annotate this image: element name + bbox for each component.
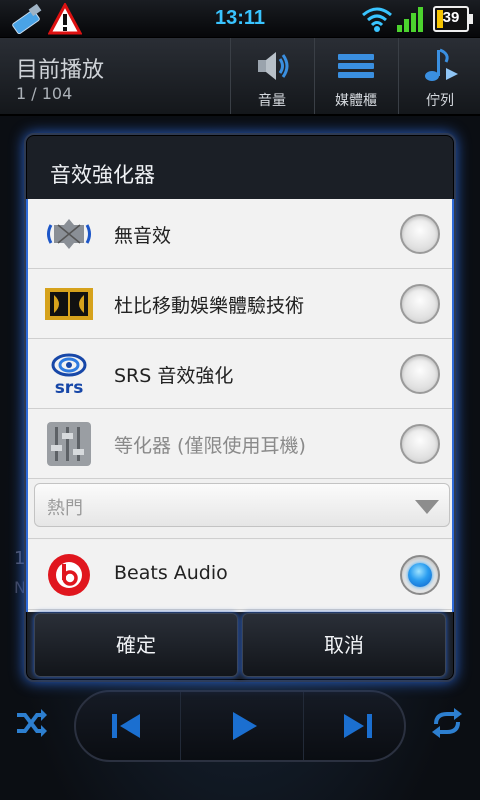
- library-button[interactable]: 媒體櫃: [314, 38, 396, 114]
- library-icon: [338, 54, 374, 78]
- signal-icon: [397, 7, 423, 32]
- speaker-icon: [258, 52, 289, 80]
- player-header: 目前播放 1 / 104 音量 媒體櫃 佇列: [0, 38, 480, 116]
- shuffle-icon[interactable]: [14, 706, 48, 740]
- battery-level: 39: [442, 9, 460, 26]
- sound-enhancer-dialog: 音效強化器 無音效 杜比移動娛樂體驗技術 srs SRS 音效強化 等化器 (僅…: [24, 133, 456, 682]
- srs-icon: srs: [51, 353, 87, 397]
- option-beats-audio[interactable]: Beats Audio: [28, 540, 452, 610]
- ok-button[interactable]: 確定: [34, 613, 238, 677]
- option-label: 杜比移動娛樂體驗技術: [114, 295, 305, 317]
- page-title: 目前播放: [16, 58, 105, 83]
- cancel-button[interactable]: 取消: [242, 613, 446, 677]
- track-counter: 1 / 104: [16, 84, 73, 103]
- option-no-effect[interactable]: 無音效: [28, 199, 452, 269]
- previous-icon: [112, 714, 140, 738]
- previous-button[interactable]: [76, 692, 180, 760]
- repeat-icon[interactable]: [430, 706, 464, 740]
- dialog-button-bar: 確定 取消: [34, 613, 446, 677]
- no-effect-icon: [47, 219, 91, 249]
- usb-icon: [12, 4, 42, 34]
- playback-controls: [74, 690, 406, 762]
- option-dolby[interactable]: 杜比移動娛樂體驗技術: [28, 269, 452, 339]
- radio-dolby[interactable]: [400, 284, 440, 324]
- option-label: 無音效: [114, 225, 172, 247]
- warning-icon: [48, 3, 82, 35]
- clock: 13:11: [214, 7, 266, 29]
- play-icon: [233, 712, 257, 740]
- dolby-icon: [45, 288, 93, 320]
- next-button[interactable]: [304, 692, 408, 760]
- volume-label: 音量: [258, 93, 286, 109]
- play-button[interactable]: [180, 692, 304, 760]
- radio-equalizer[interactable]: [400, 424, 440, 464]
- queue-label: 佇列: [426, 93, 454, 109]
- volume-button[interactable]: 音量: [230, 38, 312, 114]
- option-label: 等化器 (僅限使用耳機): [114, 435, 306, 457]
- radio-beats-audio[interactable]: [400, 555, 440, 595]
- beats-icon: [48, 554, 90, 596]
- preset-dropdown[interactable]: 熱門: [34, 483, 450, 527]
- wifi-icon: [362, 7, 392, 32]
- queue-icon: [425, 48, 458, 81]
- radio-no-effect[interactable]: [400, 214, 440, 254]
- option-label: SRS 音效強化: [114, 365, 234, 387]
- option-srs[interactable]: srs SRS 音效強化: [28, 339, 452, 409]
- option-equalizer[interactable]: 等化器 (僅限使用耳機): [28, 409, 452, 479]
- status-bar: 13:11 39: [0, 0, 480, 38]
- chevron-down-icon: [415, 500, 439, 514]
- radio-srs[interactable]: [400, 354, 440, 394]
- equalizer-icon: [47, 422, 91, 466]
- dialog-title: 音效強化器: [50, 163, 155, 187]
- preset-value: 熱門: [47, 498, 83, 519]
- library-label: 媒體櫃: [335, 93, 377, 109]
- svg-text:srs: srs: [55, 378, 84, 397]
- enhancer-option-list: 無音效 杜比移動娛樂體驗技術 srs SRS 音效強化 等化器 (僅限使用耳機)…: [26, 199, 454, 612]
- option-label: Beats Audio: [114, 562, 228, 584]
- queue-button[interactable]: 佇列: [398, 38, 480, 114]
- preset-row: 熱門: [28, 479, 452, 539]
- battery-icon: 39: [433, 6, 473, 32]
- next-icon: [344, 714, 372, 738]
